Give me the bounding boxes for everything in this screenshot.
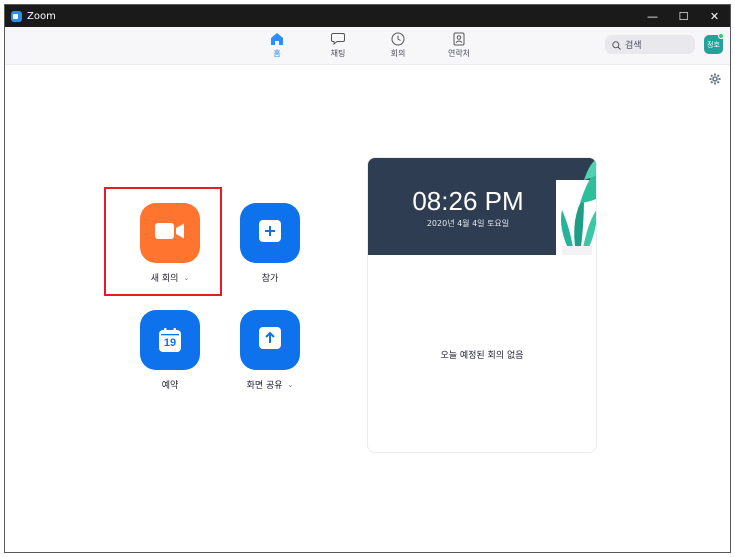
chat-icon (331, 31, 345, 46)
join-label: 참가 (261, 274, 279, 284)
title-bar: Zoom — ☐ ✕ (5, 5, 730, 27)
join-label-row: 참가 (262, 271, 279, 284)
settings-gear-icon[interactable] (709, 73, 721, 85)
plant-illustration (556, 159, 596, 255)
share-screen-action: 화면 공유 ⌄ (225, 310, 315, 391)
clock-icon (391, 31, 405, 46)
tab-contacts-label: 연락처 (447, 49, 471, 58)
schedule-action: 19 예약 (125, 310, 215, 391)
maximize-button[interactable]: ☐ (668, 5, 699, 27)
window-title: Zoom (27, 10, 56, 22)
tab-chat[interactable]: 채팅 (318, 31, 358, 61)
home-icon (270, 31, 284, 46)
tab-contacts[interactable]: 연락처 (439, 31, 479, 61)
search-placeholder: 검색 (625, 41, 642, 51)
schedule-label: 예약 (161, 381, 179, 391)
top-nav-bar: 홈 채팅 회의 연락처 검색 정호 (5, 27, 730, 65)
tab-home-label: 홈 (273, 49, 281, 58)
join-button[interactable] (240, 203, 300, 263)
schedule-label-row: 예약 (162, 378, 179, 391)
schedule-button[interactable]: 19 (140, 310, 200, 370)
share-arrow-icon (259, 327, 281, 353)
search-icon (612, 35, 621, 54)
close-button[interactable]: ✕ (699, 5, 730, 27)
share-screen-label-row: 화면 공유 ⌄ (246, 378, 294, 392)
tab-chat-label: 채팅 (330, 49, 346, 58)
calendar-icon: 19 (159, 328, 181, 352)
chevron-down-icon[interactable]: ⌄ (288, 381, 294, 389)
tab-home[interactable]: 홈 (257, 31, 297, 61)
no-meetings-message: 오늘 예정된 회의 없음 (440, 351, 524, 361)
online-status-dot (718, 33, 724, 39)
clock-time: 08:26 PM (412, 186, 524, 216)
minimize-button[interactable]: — (637, 5, 668, 27)
join-action: 참가 (225, 203, 315, 284)
zoom-window: Zoom — ☐ ✕ 홈 채팅 회의 연락처 검색 정호 새 회의 ⌄ 참가 1… (4, 4, 731, 553)
upcoming-meetings-card: 08:26 PM 2020년 4월 4일 토요일 오늘 예정된 회의 없음 (367, 157, 597, 453)
search-input[interactable]: 검색 (605, 35, 695, 54)
tab-meetings[interactable]: 회의 (378, 31, 418, 61)
clock-header: 08:26 PM 2020년 4월 4일 토요일 (368, 158, 596, 255)
plus-icon (259, 220, 281, 246)
new-meeting-highlight-box (104, 187, 222, 296)
zoom-app-icon (11, 10, 22, 22)
clock-date: 2020년 4월 4일 토요일 (426, 219, 510, 228)
share-screen-label: 화면 공유 (246, 381, 283, 391)
share-screen-button[interactable] (240, 310, 300, 370)
tab-meetings-label: 회의 (390, 49, 406, 58)
calendar-day: 19 (163, 337, 177, 349)
window-controls: — ☐ ✕ (637, 5, 730, 27)
contacts-icon (453, 31, 465, 46)
